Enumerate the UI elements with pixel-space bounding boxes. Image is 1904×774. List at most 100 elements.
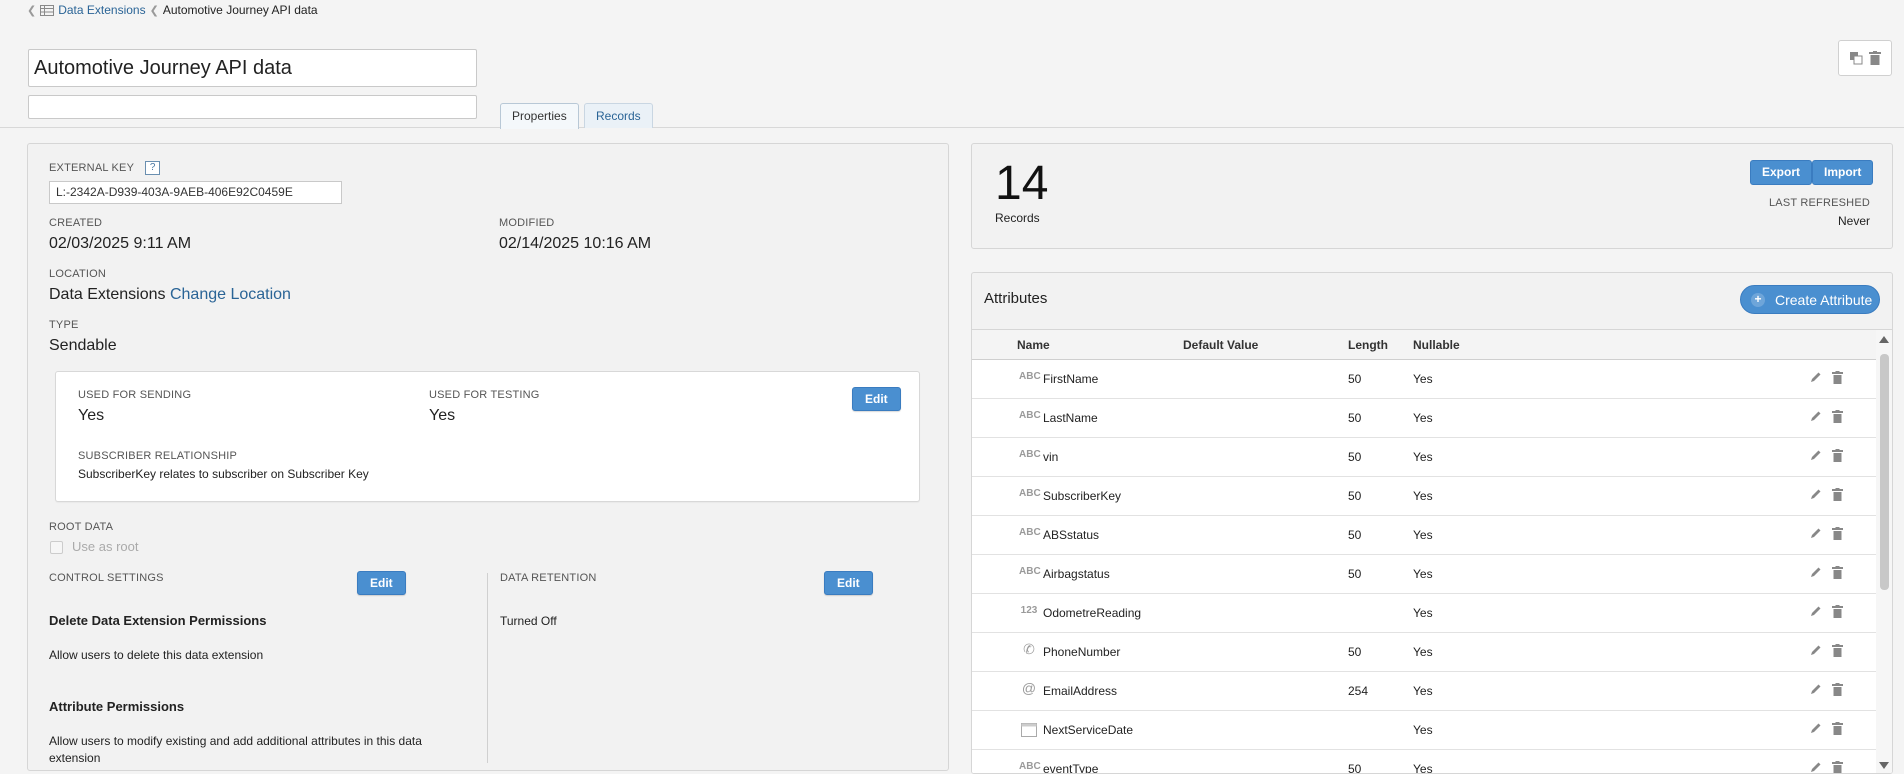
- trash-icon[interactable]: [1832, 371, 1844, 385]
- attribute-name: NextServiceDate: [1043, 723, 1134, 737]
- trash-icon[interactable]: [1832, 488, 1844, 502]
- trash-icon[interactable]: [1832, 566, 1844, 580]
- edit-sending-button[interactable]: Edit: [852, 387, 901, 411]
- edit-data-retention-button[interactable]: Edit: [824, 571, 873, 595]
- text-type-icon: ABC: [1019, 527, 1041, 538]
- attribute-name: eventType: [1043, 762, 1099, 774]
- table-row[interactable]: 123 OdometreReading Yes: [972, 594, 1876, 633]
- trash-icon[interactable]: [1832, 410, 1844, 424]
- attribute-name: OdometreReading: [1043, 606, 1142, 620]
- tab-properties[interactable]: Properties: [500, 103, 579, 129]
- attribute-length: 50: [1348, 489, 1362, 503]
- table-row[interactable]: ✆ PhoneNumber 50 Yes: [972, 633, 1876, 672]
- used-for-sending-label: USED FOR SENDING: [78, 389, 192, 401]
- plus-icon: +: [1751, 292, 1765, 307]
- external-key-field[interactable]: L:-2342A-D939-403A-9AEB-406E92C0459E: [49, 181, 342, 204]
- attribute-nullable: Yes: [1413, 489, 1433, 503]
- table-row[interactable]: ABC Airbagstatus 50 Yes: [972, 555, 1876, 594]
- pencil-icon[interactable]: [1810, 527, 1822, 541]
- pencil-icon[interactable]: [1810, 566, 1822, 580]
- trash-icon[interactable]: [1832, 527, 1844, 541]
- text-type-icon: ABC: [1019, 449, 1041, 460]
- modified-value: 02/14/2025 10:16 AM: [499, 235, 652, 252]
- tab-records[interactable]: Records: [584, 103, 653, 128]
- scroll-up-icon[interactable]: [1879, 336, 1889, 343]
- description-input[interactable]: [28, 95, 477, 119]
- pencil-icon[interactable]: [1810, 449, 1822, 463]
- breadcrumb: ❮ Data Extensions ❮ Automotive Journey A…: [27, 3, 318, 17]
- number-type-icon: 123: [1020, 605, 1038, 616]
- pencil-icon[interactable]: [1810, 644, 1822, 658]
- table-row[interactable]: @ EmailAddress 254 Yes: [972, 672, 1876, 711]
- breadcrumb-data-extensions-link[interactable]: Data Extensions: [58, 3, 145, 17]
- column-nullable[interactable]: Nullable: [1413, 338, 1460, 352]
- trash-icon[interactable]: [1869, 51, 1881, 65]
- header-actions: [1838, 40, 1892, 76]
- pencil-icon[interactable]: [1810, 722, 1822, 736]
- trash-icon[interactable]: [1832, 644, 1844, 658]
- data-retention-label: DATA RETENTION: [500, 572, 597, 584]
- tab-divider: [0, 127, 1904, 128]
- external-key-label-text: EXTERNAL KEY: [49, 161, 134, 174]
- attribute-length: 50: [1348, 528, 1362, 542]
- export-button[interactable]: Export: [1750, 160, 1813, 185]
- attribute-name: FirstName: [1043, 372, 1099, 386]
- attribute-nullable: Yes: [1413, 723, 1433, 737]
- attributes-panel: Attributes + Create Attribute Name Defau…: [971, 272, 1893, 774]
- used-for-sending-value: Yes: [78, 407, 105, 424]
- created-value: 02/03/2025 9:11 AM: [49, 235, 192, 252]
- root-data-label: ROOT DATA: [49, 521, 114, 533]
- record-count: 14: [995, 157, 1049, 210]
- use-as-root-checkbox[interactable]: [50, 541, 63, 554]
- attribute-name: EmailAddress: [1043, 684, 1118, 698]
- table-row[interactable]: ABC LastName 50 Yes: [972, 399, 1876, 438]
- section-divider: [487, 573, 488, 763]
- table-row[interactable]: ABC eventType 50 Yes: [972, 750, 1876, 774]
- column-length[interactable]: Length: [1348, 338, 1388, 352]
- trash-icon[interactable]: [1832, 605, 1844, 619]
- attribute-name: ABSstatus: [1043, 528, 1100, 542]
- attribute-length: 50: [1348, 762, 1362, 774]
- breadcrumb-current: Automotive Journey API data: [162, 3, 318, 17]
- pencil-icon[interactable]: [1810, 605, 1822, 619]
- delete-permissions-title: Delete Data Extension Permissions: [49, 613, 267, 628]
- data-retention-value: Turned Off: [500, 614, 557, 628]
- phone-type-icon: ✆: [1023, 641, 1035, 657]
- pencil-icon[interactable]: [1810, 761, 1822, 773]
- column-default-value[interactable]: Default Value: [1183, 338, 1258, 352]
- name-input[interactable]: [28, 49, 477, 87]
- attribute-length: 50: [1348, 567, 1362, 581]
- pencil-icon[interactable]: [1810, 410, 1822, 424]
- attribute-length: 50: [1348, 372, 1362, 386]
- table-row[interactable]: NextServiceDate Yes: [972, 711, 1876, 750]
- scroll-down-icon[interactable]: [1879, 762, 1889, 769]
- help-icon[interactable]: ?: [145, 161, 161, 175]
- table-scrollbar[interactable]: [1876, 330, 1892, 773]
- import-button[interactable]: Import: [1812, 160, 1874, 185]
- column-name[interactable]: Name: [1017, 338, 1050, 352]
- pencil-icon[interactable]: [1810, 683, 1822, 697]
- create-attribute-button[interactable]: + Create Attribute: [1740, 285, 1880, 314]
- last-refreshed-value: Never: [1837, 214, 1870, 228]
- scroll-thumb[interactable]: [1880, 354, 1889, 590]
- table-row[interactable]: ABC vin 50 Yes: [972, 438, 1876, 477]
- pencil-icon[interactable]: [1810, 371, 1822, 385]
- copy-icon[interactable]: [1849, 51, 1863, 65]
- table-row[interactable]: ABC FirstName 50 Yes: [972, 360, 1876, 399]
- text-type-icon: ABC: [1019, 566, 1041, 577]
- trash-icon[interactable]: [1832, 449, 1844, 463]
- table-row[interactable]: ABC SubscriberKey 50 Yes: [972, 477, 1876, 516]
- trash-icon[interactable]: [1832, 761, 1844, 773]
- table-row[interactable]: ABC ABSstatus 50 Yes: [972, 516, 1876, 555]
- trash-icon[interactable]: [1832, 683, 1844, 697]
- text-type-icon: ABC: [1019, 371, 1041, 382]
- change-location-link[interactable]: Change Location: [170, 286, 291, 303]
- table-icon: [40, 4, 55, 16]
- edit-control-settings-button[interactable]: Edit: [357, 571, 406, 595]
- attribute-nullable: Yes: [1413, 606, 1433, 620]
- type-value: Sendable: [49, 337, 117, 354]
- last-refreshed-label: LAST REFRESHED: [1768, 197, 1870, 209]
- pencil-icon[interactable]: [1810, 488, 1822, 502]
- attribute-length: 254: [1348, 684, 1369, 698]
- trash-icon[interactable]: [1832, 722, 1844, 736]
